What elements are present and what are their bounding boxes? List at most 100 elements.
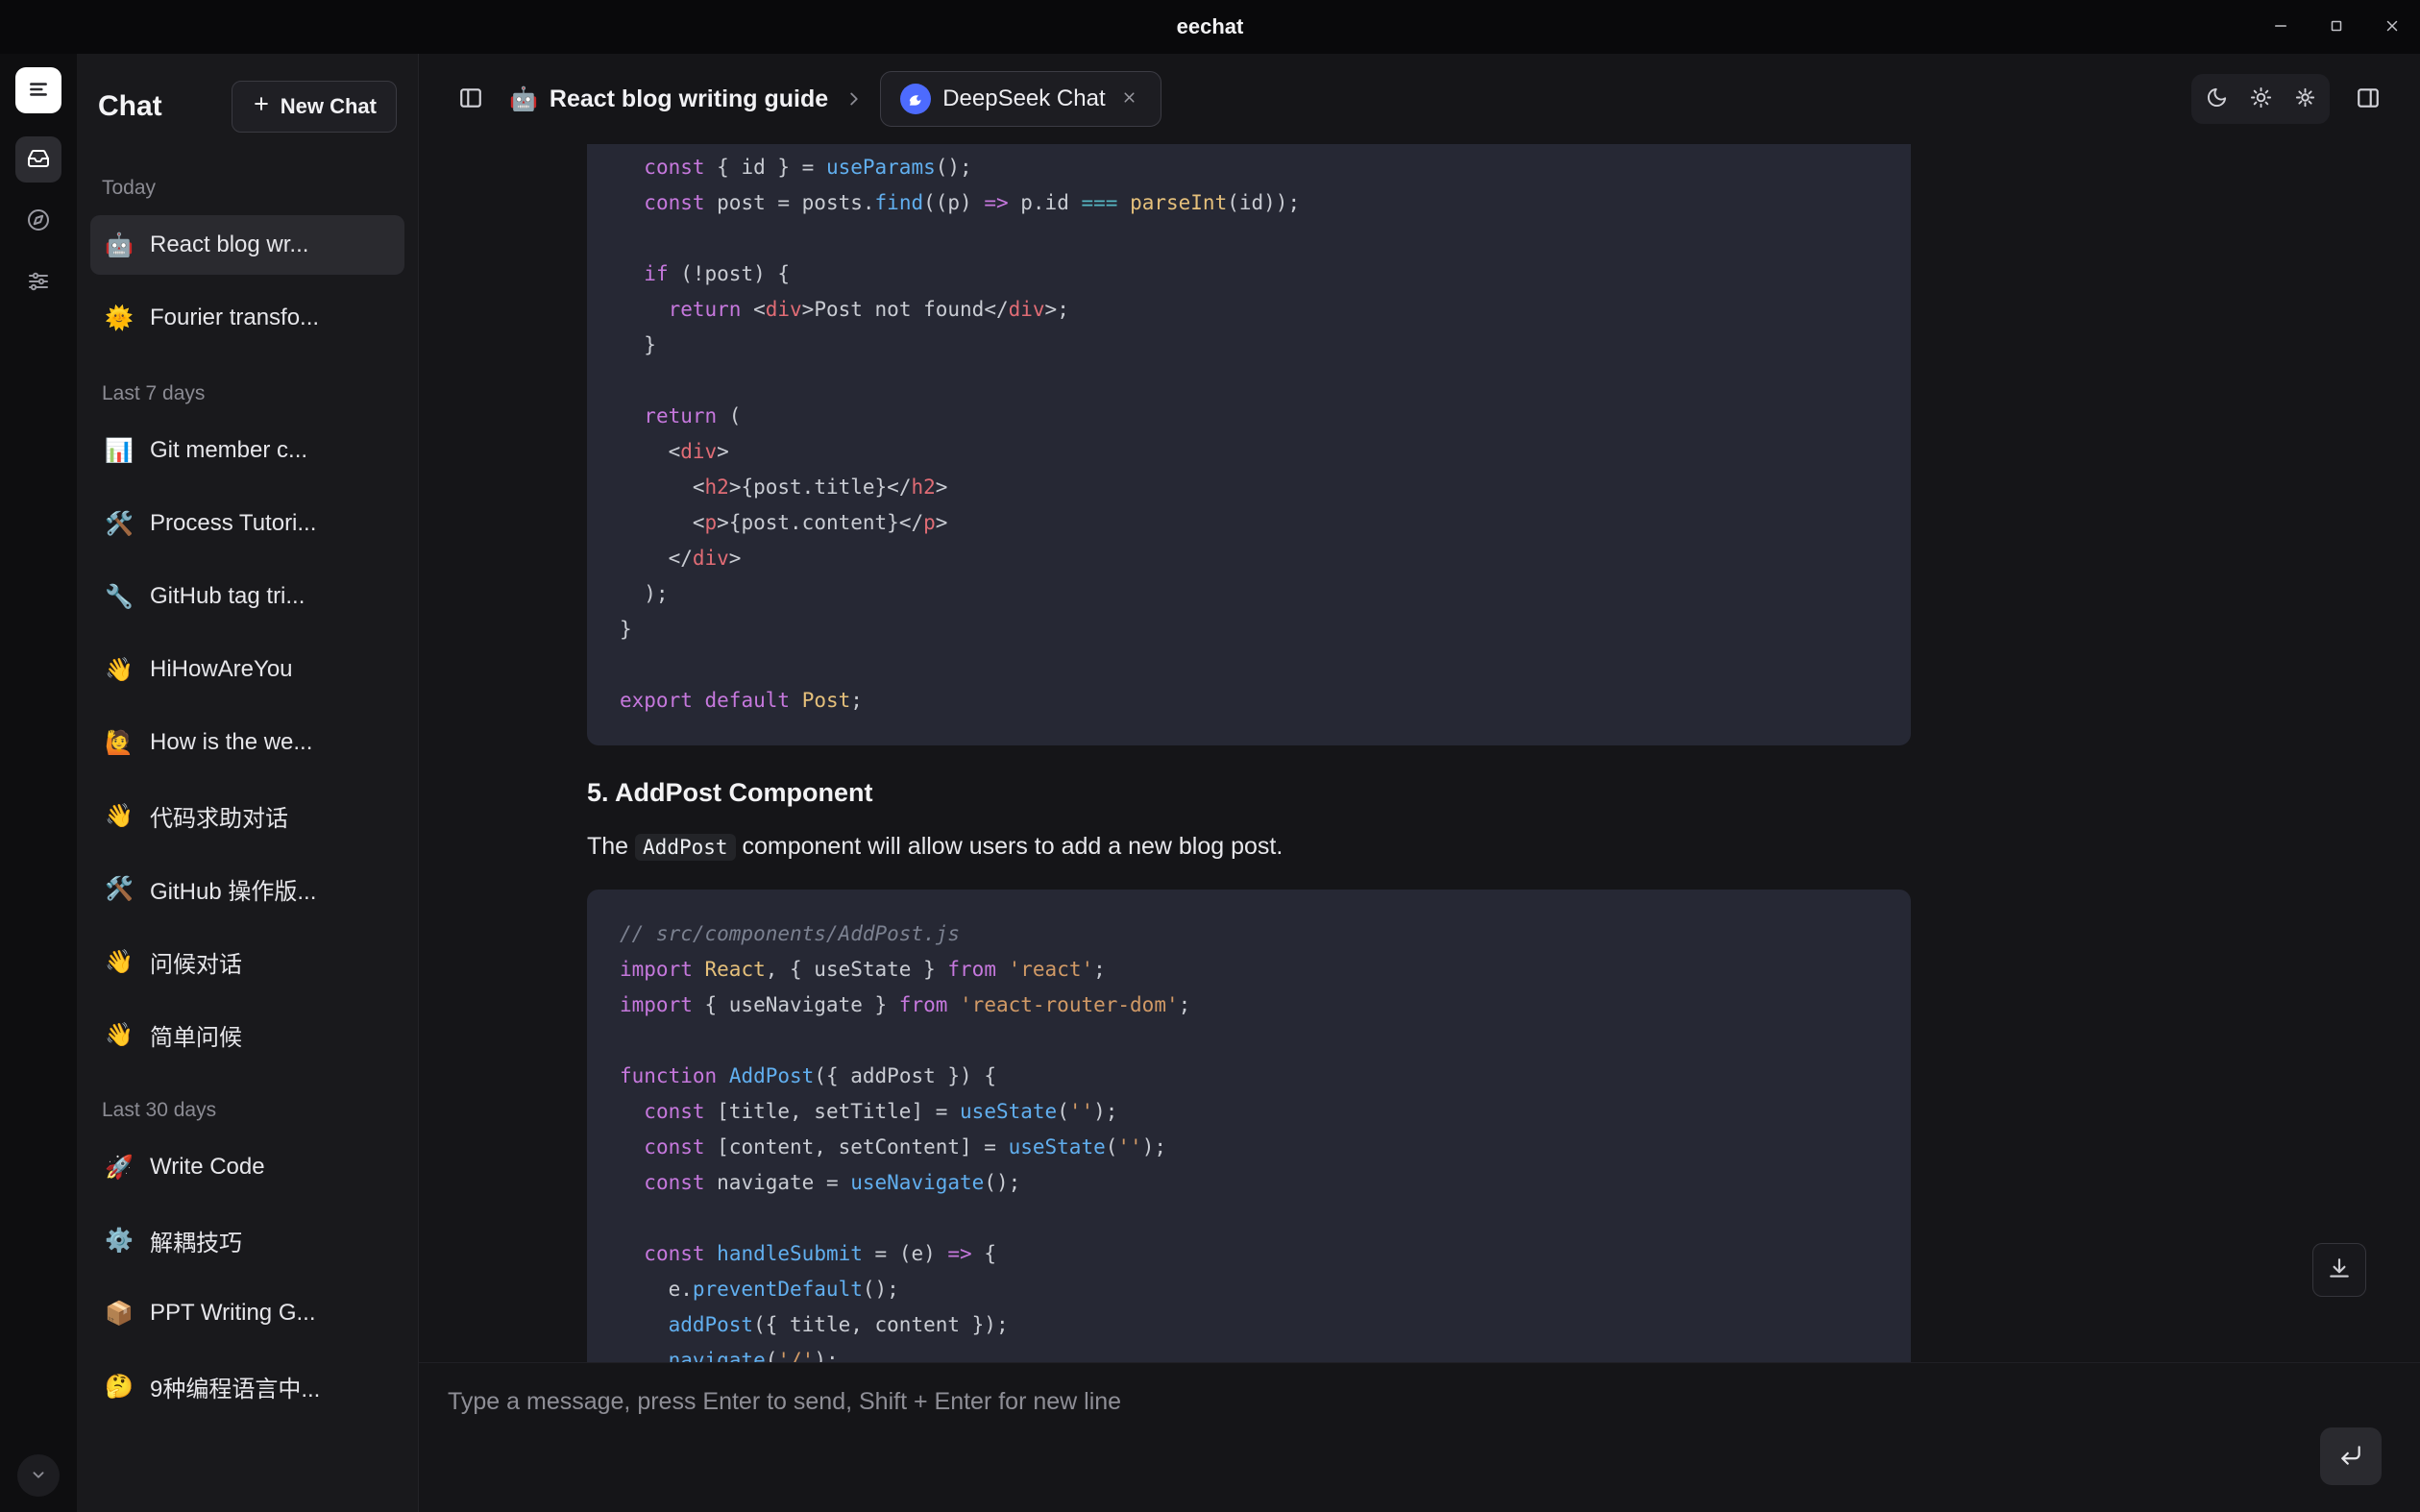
chat-item-emoji: 👋	[104, 802, 134, 830]
chevron-down-icon	[28, 1464, 49, 1488]
code-line	[620, 1023, 1878, 1059]
code-line: );	[620, 576, 1878, 612]
chat-item-label: Git member c...	[150, 437, 307, 464]
sidebar-scroll-down-button[interactable]	[17, 1454, 60, 1497]
chat-list-item[interactable]: 🛠️GitHub 操作版...	[90, 859, 404, 918]
code-line: addPost({ title, content });	[620, 1307, 1878, 1343]
code-line: }	[620, 328, 1878, 363]
close-tab-icon	[1121, 89, 1137, 109]
toggle-sidebar-button[interactable]	[448, 76, 494, 122]
panel-right-icon	[2356, 85, 2381, 113]
main-header: 🤖 React blog writing guide DeepSeek Chat	[419, 54, 2420, 144]
rail-item-discover[interactable]	[15, 198, 61, 244]
chat-list-item[interactable]: ⚙️解耦技巧	[90, 1210, 404, 1270]
chat-list-item[interactable]: 🙋 How is the we...	[90, 713, 404, 772]
chat-item-label: Fourier transfo...	[150, 305, 319, 331]
chat-item-emoji: 👋	[104, 948, 134, 976]
code-line: // src/components/AddPost.js	[620, 916, 1878, 952]
close-icon	[2383, 17, 2401, 37]
assistant-message: const { id } = useParams(); const post =…	[587, 144, 1911, 1362]
compass-icon	[27, 208, 50, 234]
chat-item-emoji: 🙋	[104, 729, 134, 757]
code-line	[620, 363, 1878, 399]
chat-item-emoji: 🛠️	[104, 510, 134, 538]
composer	[419, 1362, 2420, 1512]
send-button[interactable]	[2320, 1427, 2382, 1485]
chat-list-item[interactable]: 🚀Write Code	[90, 1137, 404, 1197]
chat-item-emoji: 🤔	[104, 1373, 134, 1401]
code-line: const navigate = useNavigate();	[620, 1165, 1878, 1201]
code-line: <h2>{post.title}</h2>	[620, 470, 1878, 505]
code-line: export default Post;	[620, 683, 1878, 719]
code-block-post-component: const { id } = useParams(); const post =…	[587, 144, 1911, 745]
chevron-right-icon	[843, 88, 865, 110]
chat-item-emoji: 👋	[104, 1021, 134, 1049]
chat-list-item[interactable]: 📦PPT Writing G...	[90, 1283, 404, 1343]
chat-list-item[interactable]: 🛠️Process Tutori...	[90, 494, 404, 553]
sidebar-header: Chat New Chat	[90, 81, 404, 133]
chat-list-item[interactable]: 👋问候对话	[90, 932, 404, 991]
chat-list-item[interactable]: 🤖 React blog wr...	[90, 215, 404, 275]
chat-list-item[interactable]: 📊Git member c...	[90, 421, 404, 480]
sidebar-section: Today🤖React blog wr...🌞Fourier transfo..…	[90, 156, 404, 348]
maximize-button[interactable]	[2309, 0, 2364, 54]
paragraph-text: The	[587, 833, 635, 860]
new-chat-label: New Chat	[281, 94, 377, 119]
paragraph-text: component will allow users to add a new …	[736, 833, 1283, 860]
code-line: function AddPost({ addPost }) {	[620, 1059, 1878, 1094]
chat-item-label: React blog wr...	[150, 232, 308, 258]
paragraph: The AddPost component will allow users t…	[587, 829, 1911, 865]
chat-list-item[interactable]: 🌞 Fourier transfo...	[90, 288, 404, 348]
enter-key-icon	[2338, 1443, 2363, 1471]
tab-deepseek-chat[interactable]: DeepSeek Chat	[880, 71, 1161, 127]
chat-item-label: GitHub 操作版...	[150, 872, 316, 906]
chat-list-item[interactable]: 👋代码求助对话	[90, 786, 404, 845]
close-tab-button[interactable]	[1117, 85, 1141, 112]
app-shell: Chat New Chat Today🤖React blog wr...🌞Fou…	[0, 54, 2420, 1512]
rail-item-settings[interactable]	[15, 259, 61, 305]
chat-list-item[interactable]: 👋简单问候	[90, 1005, 404, 1064]
sun-icon	[2250, 86, 2272, 111]
settings-button[interactable]	[2285, 79, 2325, 119]
close-button[interactable]	[2364, 0, 2420, 54]
chat-item-emoji: 👋	[104, 656, 134, 684]
code-line: </div>	[620, 541, 1878, 576]
maximize-icon	[2328, 17, 2345, 37]
download-arrow-icon	[2327, 1256, 2352, 1284]
chat-list-item[interactable]: 🔧GitHub tag tri...	[90, 567, 404, 626]
theme-light-button[interactable]	[2240, 79, 2281, 119]
sidebar-title: Chat	[98, 90, 162, 123]
message-scroll-area[interactable]: const { id } = useParams(); const post =…	[419, 144, 2420, 1362]
theme-toggle-group	[2191, 74, 2330, 124]
gear-icon	[2294, 86, 2316, 111]
chat-list-item[interactable]: 👋HiHowAreYou	[90, 640, 404, 699]
minimize-button[interactable]	[2253, 0, 2309, 54]
app-logo-button[interactable]	[15, 67, 61, 113]
main-panel: 🤖 React blog writing guide DeepSeek Chat	[419, 54, 2420, 1512]
rail-item-inbox[interactable]	[15, 136, 61, 183]
section-label: Last 7 days	[90, 361, 404, 421]
sidebar-section: Last 30 days🚀Write Code⚙️解耦技巧📦PPT Writin…	[90, 1078, 404, 1416]
new-chat-button[interactable]: New Chat	[232, 81, 397, 133]
inline-code: AddPost	[635, 834, 736, 861]
toggle-right-panel-button[interactable]	[2345, 76, 2391, 122]
chat-item-emoji: 🤖	[104, 232, 134, 259]
code-line	[620, 1201, 1878, 1236]
code-line: const { id } = useParams();	[620, 150, 1878, 185]
code-line	[620, 647, 1878, 683]
chat-item-label: 解耦技巧	[150, 1224, 242, 1257]
scroll-to-bottom-button[interactable]	[2312, 1243, 2366, 1297]
code-line: if (!post) {	[620, 256, 1878, 292]
sidebar-sections: Today🤖React blog wr...🌞Fourier transfo..…	[90, 156, 404, 1429]
chat-item-emoji: 🌞	[104, 305, 134, 332]
message-input[interactable]	[448, 1388, 2305, 1484]
chat-list-item[interactable]: 🤔 9种编程语言中...	[90, 1356, 404, 1416]
code-line	[620, 221, 1878, 256]
theme-dark-button[interactable]	[2196, 79, 2237, 119]
deepseek-logo-icon	[900, 84, 931, 114]
moon-icon	[2206, 86, 2228, 111]
chat-item-label: How is the we...	[150, 729, 312, 756]
chat-item-label: 9种编程语言中...	[150, 1370, 320, 1403]
chat-item-emoji: 🔧	[104, 583, 134, 611]
window-title: eechat	[1177, 14, 1244, 39]
